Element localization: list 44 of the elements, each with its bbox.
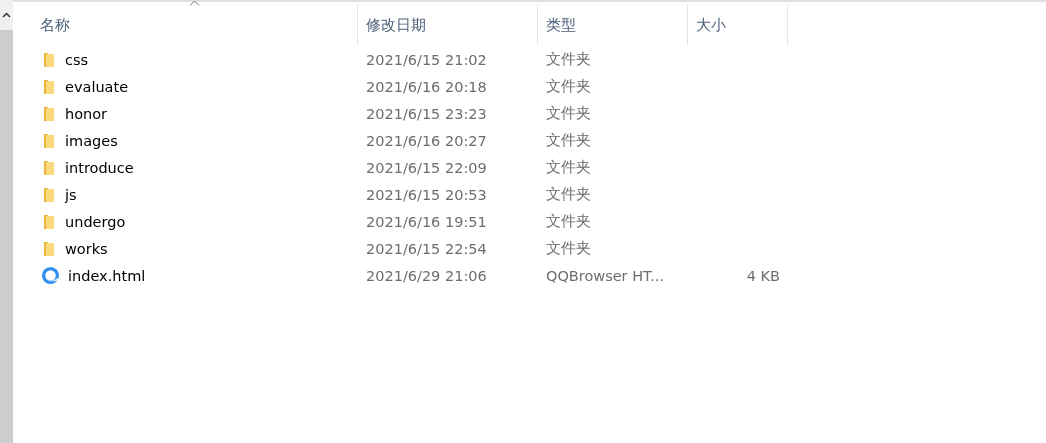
folder-icon	[41, 213, 57, 230]
modified-date: 2021/6/16 19:51	[366, 213, 487, 230]
file-type: 文件夹	[546, 77, 591, 96]
file-name[interactable]: works	[65, 240, 108, 257]
folder-icon	[41, 132, 57, 149]
file-type: 文件夹	[546, 239, 591, 258]
modified-date: 2021/6/15 20:53	[366, 186, 487, 203]
file-type: QQBrowser HT...	[546, 267, 665, 284]
file-name[interactable]: js	[65, 186, 77, 203]
browser-icon	[41, 266, 60, 285]
scrollbar[interactable]	[0, 0, 13, 443]
modified-date: 2021/6/29 21:06	[366, 267, 487, 284]
file-name[interactable]: undergo	[65, 213, 126, 230]
folder-icon	[41, 51, 57, 68]
folder-icon	[41, 105, 57, 122]
file-type: 文件夹	[546, 104, 591, 123]
modified-date: 2021/6/16 20:18	[366, 78, 487, 95]
file-size: 4 KB	[746, 267, 780, 284]
column-header[interactable]: 大小	[696, 15, 726, 35]
column-header[interactable]: 名称	[40, 15, 70, 35]
folder-icon	[41, 159, 57, 176]
modified-date: 2021/6/15 23:23	[366, 105, 487, 122]
file-type: 文件夹	[546, 212, 591, 231]
file-name[interactable]: index.html	[68, 267, 146, 284]
file-name[interactable]: images	[65, 132, 118, 149]
file-type: 文件夹	[546, 158, 591, 177]
file-type: 文件夹	[546, 50, 591, 69]
column-header[interactable]: 类型	[546, 15, 576, 35]
chevron-up-icon[interactable]	[2, 12, 11, 18]
file-type: 文件夹	[546, 131, 591, 150]
file-name[interactable]: css	[65, 51, 89, 68]
file-type: 文件夹	[546, 185, 591, 204]
file-name[interactable]: introduce	[65, 159, 134, 176]
folder-icon	[41, 78, 57, 95]
modified-date: 2021/6/15 22:54	[366, 240, 487, 257]
modified-date: 2021/6/16 20:27	[366, 132, 487, 149]
sort-caret-icon	[189, 0, 200, 6]
file-name[interactable]: evaluate	[65, 78, 129, 95]
column-header[interactable]: 修改日期	[366, 15, 426, 35]
folder-icon	[41, 186, 57, 203]
modified-date: 2021/6/15 22:09	[366, 159, 487, 176]
file-name[interactable]: honor	[65, 105, 108, 122]
folder-icon	[41, 240, 57, 257]
modified-date: 2021/6/15 21:02	[366, 51, 487, 68]
